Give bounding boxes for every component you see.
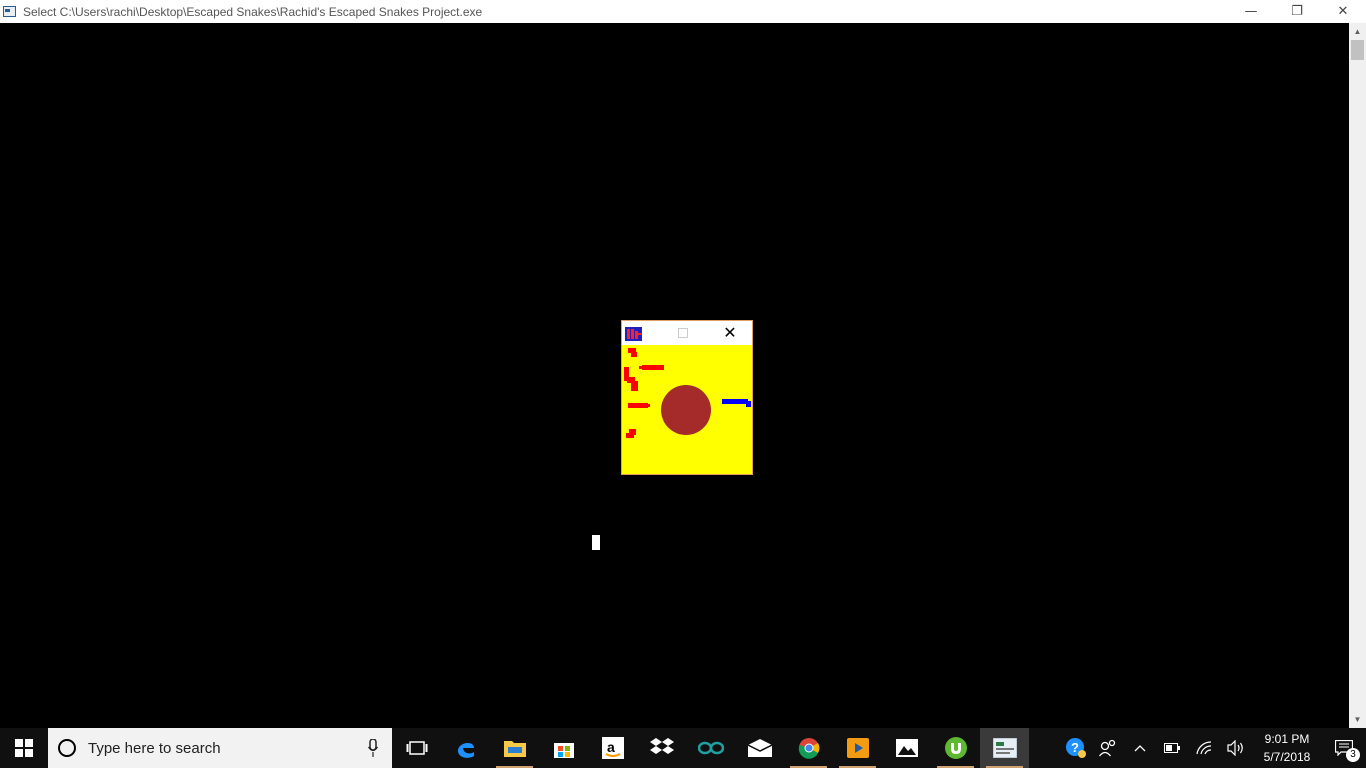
photos-icon — [895, 739, 918, 757]
vertical-scrollbar[interactable]: ▲ ▼ — [1349, 23, 1366, 728]
task-view-button[interactable] — [392, 728, 441, 768]
search-placeholder: Type here to search — [88, 739, 221, 757]
dropbox-button[interactable] — [637, 728, 686, 768]
start-button[interactable] — [0, 728, 48, 768]
game-window-titlebar[interactable]: ✕ — [622, 321, 752, 345]
file-explorer-icon — [503, 741, 526, 757]
clock-time: 9:01 PM — [1264, 732, 1310, 746]
people-icon — [1099, 739, 1116, 757]
windows-logo-icon — [15, 739, 33, 757]
svg-text:a: a — [607, 739, 615, 755]
enemy-snake — [628, 403, 650, 408]
console-app-icon — [992, 738, 1017, 758]
dropbox-icon — [649, 738, 674, 754]
scroll-down-arrow-icon[interactable]: ▼ — [1349, 711, 1366, 728]
file-explorer-button[interactable] — [490, 728, 539, 768]
chrome-button[interactable] — [784, 728, 833, 768]
amazon-button[interactable]: a — [588, 728, 637, 768]
game-app-icon — [625, 327, 642, 341]
store-button[interactable] — [539, 728, 588, 768]
mail-icon — [747, 739, 772, 757]
window-controls: — ❐ ✕ — [1228, 0, 1366, 23]
utorrent-button[interactable] — [931, 728, 980, 768]
battery-icon — [1164, 743, 1180, 753]
close-button[interactable]: ✕ — [1320, 0, 1366, 23]
help-icon: ? — [1066, 738, 1086, 758]
game-canvas[interactable] — [622, 345, 752, 474]
restore-button[interactable]: ❐ — [1274, 0, 1320, 23]
people-button[interactable] — [1092, 728, 1124, 768]
media-player-icon — [846, 738, 869, 758]
window-titlebar[interactable]: Select C:\Users\rachi\Desktop\Escaped Sn… — [0, 0, 1366, 23]
show-hidden-icons-button[interactable] — [1124, 728, 1156, 768]
minimize-button[interactable]: — — [1228, 0, 1274, 23]
console-cursor — [592, 535, 600, 550]
task-view-icon — [406, 741, 427, 755]
media-player-button[interactable] — [833, 728, 882, 768]
help-button[interactable]: ? — [1060, 728, 1092, 768]
cortana-icon — [58, 739, 76, 757]
obstacle-circle — [661, 385, 711, 435]
system-tray: ? 9:01 PM 5/7/2018 3 — [1060, 728, 1366, 768]
scrollbar-thumb[interactable] — [1351, 40, 1364, 60]
window-title: Select C:\Users\rachi\Desktop\Escaped Sn… — [23, 4, 483, 19]
volume-icon — [1227, 740, 1243, 756]
photos-button[interactable] — [882, 728, 931, 768]
game-close-button[interactable]: ✕ — [720, 323, 740, 343]
edge-button[interactable] — [441, 728, 490, 768]
clock[interactable]: 9:01 PM 5/7/2018 — [1252, 728, 1322, 768]
clock-date: 5/7/2018 — [1263, 750, 1311, 764]
store-icon — [553, 743, 574, 758]
chevron-up-icon — [1134, 745, 1146, 752]
scroll-up-arrow-icon[interactable]: ▲ — [1349, 23, 1366, 40]
arduino-icon — [697, 741, 724, 755]
mail-button[interactable] — [735, 728, 784, 768]
game-maximize-button[interactable] — [678, 328, 688, 338]
wifi-button[interactable] — [1188, 728, 1220, 768]
enemy-snake — [639, 365, 664, 370]
notification-count-badge: 3 — [1346, 748, 1360, 762]
microphone-icon[interactable] — [368, 739, 378, 757]
search-box[interactable]: Type here to search — [48, 728, 392, 768]
edge-icon — [457, 742, 474, 758]
game-window[interactable]: ✕ — [621, 320, 753, 475]
arduino-button[interactable] — [686, 728, 735, 768]
console-app-icon — [3, 4, 19, 20]
taskbar: Type here to search a ? 9:01 PM 5/7/2018… — [0, 728, 1366, 768]
chrome-icon — [798, 738, 819, 759]
volume-button[interactable] — [1220, 728, 1252, 768]
action-center-button[interactable]: 3 — [1322, 728, 1366, 768]
wifi-icon — [1196, 741, 1212, 755]
amazon-icon: a — [601, 737, 624, 759]
console-app-button[interactable] — [980, 728, 1029, 768]
battery-button[interactable] — [1156, 728, 1188, 768]
svg-text:?: ? — [1071, 740, 1079, 755]
utorrent-icon — [944, 737, 967, 759]
